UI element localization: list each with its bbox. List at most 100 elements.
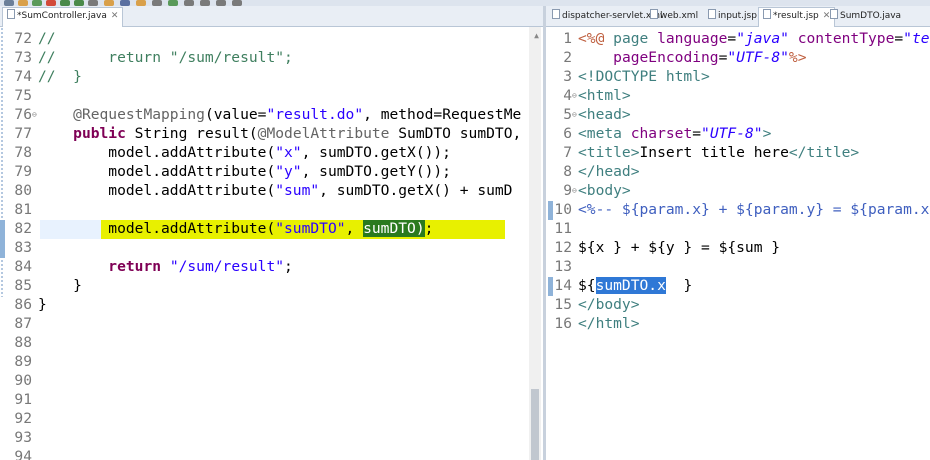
line-number: 15	[554, 296, 572, 313]
code-line[interactable]: 4⊖<html>	[548, 86, 631, 105]
left-scroll-thumb[interactable]	[531, 389, 539, 460]
line-number: 80	[14, 182, 32, 199]
line-number: 93	[14, 429, 32, 446]
line-number: 16	[554, 315, 572, 332]
line-number: 14	[554, 277, 572, 294]
code-text: // return "/sum/result";	[38, 49, 293, 66]
code-text: model.addAttribute("sum", sumDTO.getX() …	[38, 182, 513, 199]
tab-result-jsp[interactable]: *result.jsp ✕	[758, 7, 836, 27]
code-line[interactable]: 83	[2, 238, 38, 257]
code-line[interactable]: 10 <%-- ${param.x} + ${param.y} = ${param…	[548, 200, 929, 219]
code-text: <meta charset="UTF-8">	[578, 125, 772, 142]
right-tab-bar: dispatcher-servlet.xml web.xml input.jsp…	[546, 6, 930, 27]
code-text: <!DOCTYPE html>	[578, 68, 710, 85]
code-line[interactable]: 15 </body>	[548, 295, 640, 314]
code-line[interactable]: 14 ${sumDTO.x }	[548, 276, 692, 295]
java-file-icon	[830, 9, 838, 19]
line-number: 86	[14, 296, 32, 313]
jsp-code-editor[interactable]: 1 <%@ page language="java" contentType="t…	[546, 27, 930, 460]
code-line[interactable]: 12 ${x } + ${y } = ${sum }	[548, 238, 780, 257]
line-number: 11	[554, 220, 572, 237]
line-number: 94	[14, 448, 32, 460]
code-text: </body>	[578, 296, 640, 313]
line-number: 13	[554, 258, 572, 275]
code-line[interactable]: 75	[2, 86, 38, 105]
code-line[interactable]: 81	[2, 200, 38, 219]
code-text: model.addAttribute("y", sumDTO.getY());	[38, 163, 451, 180]
line-number: 4	[563, 87, 572, 104]
code-line[interactable]: 82 model.addAttribute("sumDTO", sumDTO);	[2, 219, 433, 238]
line-number: 73	[14, 49, 32, 66]
code-line[interactable]: 16 </html>	[548, 314, 640, 333]
code-line[interactable]: 3 <!DOCTYPE html>	[548, 67, 710, 86]
code-line[interactable]: 86}	[2, 295, 46, 314]
line-number: 84	[14, 258, 32, 275]
jsp-file-icon	[763, 9, 771, 19]
line-number: 89	[14, 353, 32, 370]
code-line[interactable]: 5⊖<head>	[548, 105, 631, 124]
code-text: pageEncoding="UTF-8"%>	[613, 49, 807, 66]
line-number: 6	[563, 125, 572, 142]
code-line[interactable]: 11	[548, 219, 578, 238]
code-text: @RequestMapping(value="result.do", metho…	[73, 106, 522, 123]
code-text: return "/sum/result";	[108, 258, 293, 275]
code-text: <title>Insert title here</title>	[578, 144, 860, 161]
code-line[interactable]: 9⊖<body>	[548, 181, 631, 200]
code-line[interactable]: 85 }	[2, 276, 82, 295]
code-line[interactable]: 7 <title>Insert title here</title>	[548, 143, 859, 162]
code-line[interactable]: 87	[2, 314, 38, 333]
line-number: 90	[14, 372, 32, 389]
line-number: 7	[563, 144, 572, 161]
line-number: 88	[14, 334, 32, 351]
code-line[interactable]: 91	[2, 390, 38, 409]
code-line[interactable]: 76⊖ @RequestMapping(value="result.do", m…	[2, 105, 521, 124]
left-vertical-scrollbar[interactable]	[529, 27, 541, 460]
line-number: 81	[14, 201, 32, 218]
line-number: 72	[14, 30, 32, 47]
line-number: 9	[563, 182, 572, 199]
code-text: //	[38, 30, 56, 47]
code-line[interactable]: 94	[2, 447, 38, 460]
code-line[interactable]: 93	[2, 428, 38, 447]
jsp-editor-pane: dispatcher-servlet.xml web.xml input.jsp…	[546, 6, 930, 460]
code-line[interactable]: 1 <%@ page language="java" contentType="t…	[548, 29, 929, 48]
tab-web-xml[interactable]: web.xml	[646, 8, 702, 25]
code-line[interactable]: 2 pageEncoding="UTF-8"%>	[548, 48, 806, 67]
code-line[interactable]: 13	[548, 257, 578, 276]
code-line[interactable]: 79 model.addAttribute("y", sumDTO.getY()…	[2, 162, 451, 181]
code-line[interactable]: 78 model.addAttribute("x", sumDTO.getX()…	[2, 143, 451, 162]
code-line[interactable]: 84 return "/sum/result";	[2, 257, 293, 276]
code-text: <%-- ${param.x} + ${param.y} = ${param.x	[578, 201, 930, 218]
xml-file-icon	[650, 9, 658, 19]
code-line[interactable]: 77 public String result(@ModelAttribute …	[2, 124, 521, 143]
code-text: ${x } + ${y } = ${sum }	[578, 239, 781, 256]
code-line[interactable]: 74 // }	[2, 67, 82, 86]
code-text: </html>	[578, 315, 640, 332]
line-number: 87	[14, 315, 32, 332]
java-file-icon	[7, 9, 15, 19]
line-number: 91	[14, 391, 32, 408]
code-text: ${sumDTO.x }	[578, 277, 693, 294]
java-editor-pane: *SumController.java ✕ 72 // 73 // return "/s…	[0, 6, 543, 460]
line-number: 83	[14, 239, 32, 256]
scroll-up-icon[interactable]: ▲	[534, 31, 539, 40]
code-line[interactable]: 88	[2, 333, 38, 352]
code-line[interactable]: 73 // return "/sum/result";	[2, 48, 293, 67]
close-tab-icon[interactable]: ✕	[111, 11, 119, 21]
line-number: 85	[14, 277, 32, 294]
code-line[interactable]: 8 </head>	[548, 162, 639, 181]
code-line[interactable]: 89	[2, 352, 38, 371]
line-number: 74	[14, 68, 32, 85]
line-number: 77	[14, 125, 32, 142]
code-line[interactable]: 90	[2, 371, 38, 390]
code-line[interactable]: 72 //	[2, 29, 56, 48]
java-code-editor[interactable]: 72 // 73 // return "/sum/result"; 74// } 75 76…	[0, 27, 543, 460]
tab-input-jsp[interactable]: input.jsp	[704, 8, 761, 25]
line-number: 1	[563, 30, 572, 47]
tab-sumcontroller-java[interactable]: *SumController.java ✕	[2, 7, 124, 27]
code-text: }	[38, 277, 82, 294]
code-line[interactable]: 92	[2, 409, 38, 428]
code-line[interactable]: 80 model.addAttribute("sum", sumDTO.getX…	[2, 181, 512, 200]
code-line[interactable]: 6 <meta charset="UTF-8">	[548, 124, 771, 143]
tab-sumdto-java[interactable]: SumDTO.java	[826, 8, 905, 25]
